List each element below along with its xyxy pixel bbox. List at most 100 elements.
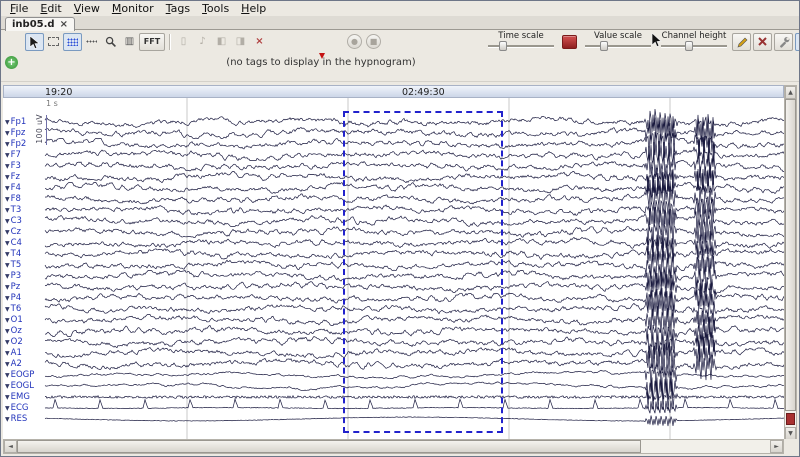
menu-file[interactable]: File (4, 1, 34, 16)
page-select-icon (48, 37, 59, 46)
channel-label-ECG[interactable]: ▼ECG (5, 403, 29, 414)
value-scale-track (585, 45, 651, 47)
add-tag-button[interactable]: + (5, 56, 18, 69)
scroll-up-button[interactable]: ▲ (785, 86, 796, 99)
right-tool-group (732, 33, 800, 51)
channel-select-tool-button[interactable] (82, 33, 101, 51)
snapshot-button[interactable] (562, 35, 577, 49)
value-scale-slider[interactable] (583, 41, 653, 51)
document-icon: ▯ (181, 36, 187, 47)
delete-icon: × (255, 36, 263, 47)
channel-label-T5[interactable]: ▼T5 (5, 260, 21, 271)
stop-button[interactable]: ■ (366, 34, 381, 49)
channel-label-Fp2[interactable]: ▼Fp2 (5, 139, 26, 150)
channel-height-slider[interactable] (659, 41, 729, 51)
new-document-button[interactable]: ▯ (174, 33, 193, 51)
channel-label-Pz[interactable]: ▼Pz (5, 282, 20, 293)
cursor-tool-button[interactable] (25, 33, 44, 51)
time-scale-slider[interactable] (486, 41, 556, 51)
channel-label-P3[interactable]: ▼P3 (5, 271, 21, 282)
block-select-icon (67, 38, 78, 46)
tag-style-a-button[interactable]: ◧ (212, 33, 231, 51)
fft-button[interactable]: FFT (139, 33, 165, 51)
channel-label-F8[interactable]: ▼F8 (5, 194, 21, 205)
channel-label-Fp1[interactable]: ▼Fp1 (5, 117, 26, 128)
scroll-left-button[interactable]: ◄ (4, 440, 17, 453)
channel-label-EMG[interactable]: ▼EMG (5, 392, 30, 403)
channel-label-A2[interactable]: ▼A2 (5, 359, 22, 370)
signal-area[interactable]: ▼Fp1▼Fpz▼Fp2▼F7▼F3▼Fz▼F4▼F8▼T3▼C3▼Cz▼C4▼… (3, 98, 784, 439)
hypnogram-position-marker[interactable] (319, 53, 325, 59)
hypnogram-strip: + (no tags to display in the hypnogram) (1, 53, 799, 82)
channel-label-T3[interactable]: ▼T3 (5, 205, 21, 216)
tag-b-icon: ◨ (236, 36, 245, 47)
tag-style-b-button[interactable]: ◨ (231, 33, 250, 51)
note-icon: ♪ (199, 36, 205, 47)
pencil-icon (736, 36, 748, 48)
channel-label-EOGP[interactable]: ▼EOGP (5, 370, 34, 381)
channel-label-P4[interactable]: ▼P4 (5, 293, 21, 304)
note-tag-button[interactable]: ♪ (193, 33, 212, 51)
channel-label-A1[interactable]: ▼A1 (5, 348, 22, 359)
value-scale-group: Value scale (580, 32, 656, 51)
record-button[interactable]: ● (347, 34, 362, 49)
time-ruler[interactable]: 19:20 02:49:30 (3, 85, 784, 98)
channel-label-O1[interactable]: ▼O1 (5, 315, 23, 326)
page-select-tool-button[interactable] (44, 33, 63, 51)
time-scale-thumb[interactable] (499, 41, 507, 51)
menu-tools[interactable]: Tools (196, 1, 235, 16)
recording-marker (786, 413, 795, 425)
tab-bar: inb05.d × (1, 16, 799, 30)
channel-label-Cz[interactable]: ▼Cz (5, 227, 21, 238)
channel-label-F4[interactable]: ▼F4 (5, 183, 21, 194)
cursor-icon (30, 36, 39, 49)
channel-label-F3[interactable]: ▼F3 (5, 161, 21, 172)
channel-height-label: Channel height (662, 32, 727, 41)
channel-height-thumb[interactable] (685, 41, 693, 51)
block-select-tool-button[interactable] (63, 33, 82, 51)
menu-help[interactable]: Help (235, 1, 272, 16)
amplitude-scale-label: 100 uV (35, 114, 44, 144)
tab-close-icon[interactable]: × (60, 20, 68, 30)
horizontal-scroll-thumb[interactable] (17, 440, 641, 453)
ruler-page-time: 02:49:30 (402, 87, 445, 98)
menu-view[interactable]: View (68, 1, 106, 16)
time-scale-track (488, 45, 554, 47)
selection-rect[interactable] (343, 111, 503, 433)
channel-label-Fpz[interactable]: ▼Fpz (5, 128, 25, 139)
zoom-tool-button[interactable] (101, 33, 120, 51)
zoom-icon (105, 36, 117, 48)
menu-edit[interactable]: Edit (34, 1, 67, 16)
channel-label-Fz[interactable]: ▼Fz (5, 172, 20, 183)
scroll-right-button[interactable]: ► (770, 440, 783, 453)
tab-inb05[interactable]: inb05.d × (5, 17, 75, 31)
vertical-scrollbar[interactable]: ▲ ▼ (784, 85, 797, 441)
remove-icon (757, 36, 768, 47)
channel-label-F7[interactable]: ▼F7 (5, 150, 21, 161)
remove-button[interactable] (753, 33, 772, 51)
channel-label-Oz[interactable]: ▼Oz (5, 326, 22, 337)
channel-label-T4[interactable]: ▼T4 (5, 249, 21, 260)
display-options-button[interactable] (795, 33, 800, 51)
measure-icon: ▥ (125, 36, 134, 47)
horizontal-scrollbar[interactable]: ◄ ► (3, 439, 784, 454)
channel-label-T6[interactable]: ▼T6 (5, 304, 21, 315)
measure-tool-button[interactable]: ▥ (120, 33, 139, 51)
channel-label-EOGL[interactable]: ▼EOGL (5, 381, 34, 392)
channel-label-C3[interactable]: ▼C3 (5, 216, 22, 227)
channel-label-C4[interactable]: ▼C4 (5, 238, 22, 249)
tab-label: inb05.d (12, 19, 55, 30)
channel-label-RES[interactable]: ▼RES (5, 414, 27, 425)
ruler-start-time: 19:20 (45, 87, 72, 98)
menu-monitor[interactable]: Monitor (106, 1, 160, 16)
channel-label-O2[interactable]: ▼O2 (5, 337, 23, 348)
edit-signal-button[interactable] (732, 33, 751, 51)
menu-bar: FileEditViewMonitorTagsToolsHelp (1, 1, 799, 16)
delete-tag-button[interactable]: × (250, 33, 269, 51)
montage-wrench-button[interactable] (774, 33, 793, 51)
value-scale-thumb[interactable] (600, 41, 608, 51)
scroll-up-icon: ▲ (788, 89, 793, 96)
vertical-scroll-thumb[interactable] (785, 99, 796, 411)
menu-tags[interactable]: Tags (160, 1, 196, 16)
scrollbar-corner (784, 439, 797, 454)
